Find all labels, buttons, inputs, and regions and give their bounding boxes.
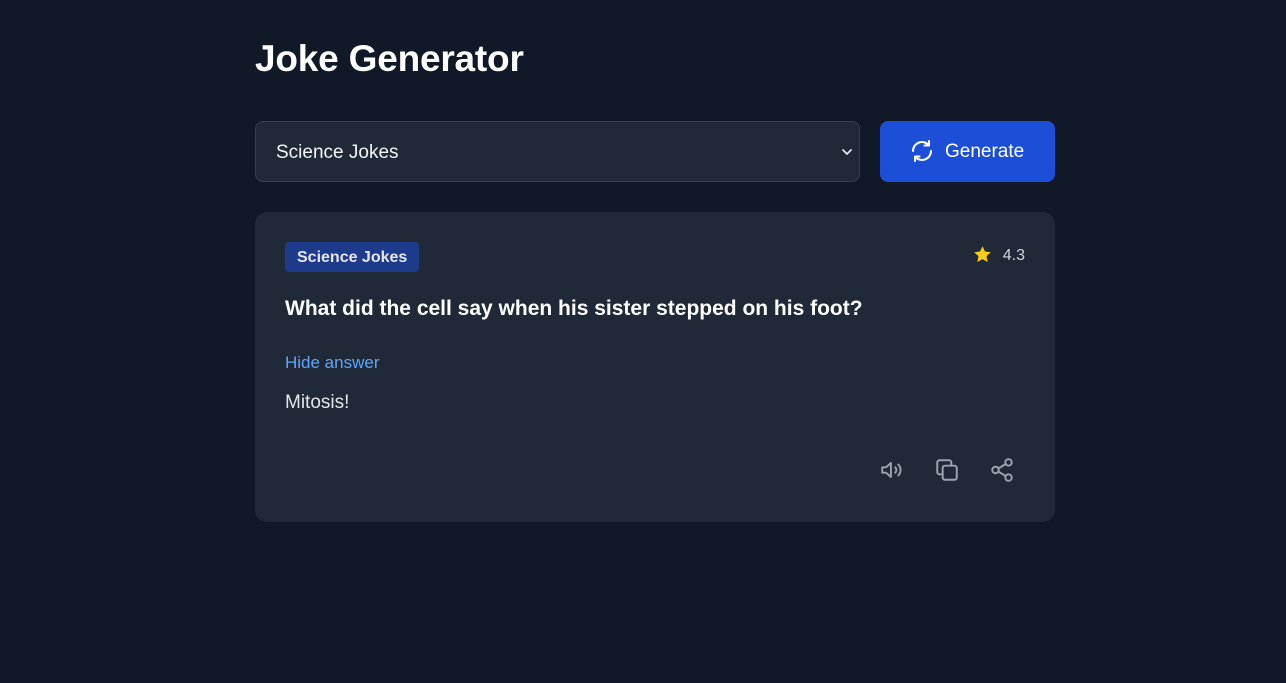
joke-card: Science Jokes 4.3 What did the cell say … [255,212,1055,522]
category-badge: Science Jokes [285,242,420,272]
joke-rating: 4.3 [965,244,1025,266]
generate-button[interactable]: Generate [880,121,1055,182]
category-select[interactable]: Science Jokes [255,121,860,182]
rating-value: 4.3 [1002,247,1025,264]
chevron-down-icon [842,149,852,155]
controls-bar: Science Jokes Generate [255,121,1055,182]
generate-button-label: Generate [945,141,1025,162]
category-select-value: Science Jokes [276,142,399,163]
joke-answer: Mitosis! [285,392,350,413]
page-title: Joke Generator [255,38,524,79]
speaker-icon[interactable] [879,457,905,483]
copy-icon[interactable] [934,457,960,483]
refresh-icon [912,140,932,162]
hide-answer-link[interactable]: Hide answer [285,353,380,373]
share-icon[interactable] [989,457,1015,483]
joke-question: What did the cell say when his sister st… [285,297,863,320]
star-icon [974,246,991,262]
